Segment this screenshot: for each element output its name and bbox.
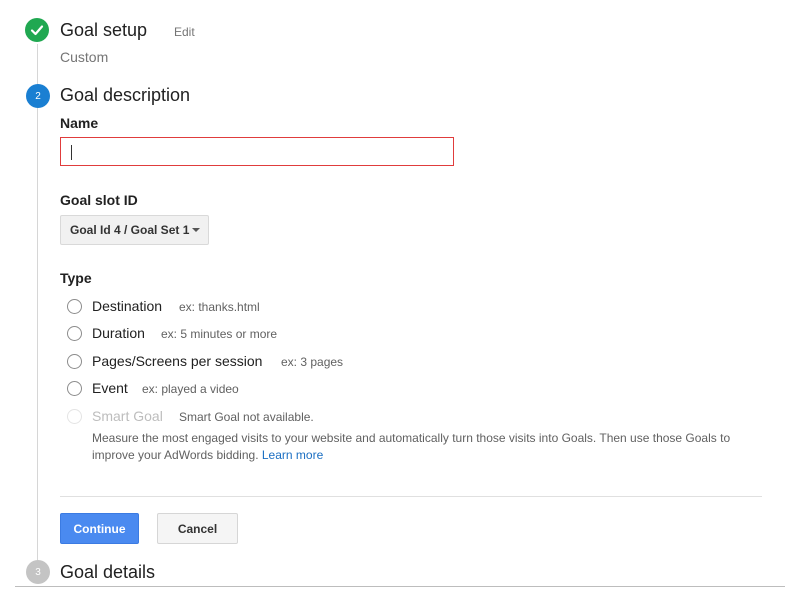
text-cursor [71, 145, 72, 160]
checkmark-icon [30, 25, 44, 36]
goal-name-input[interactable] [60, 137, 454, 166]
step-number-badge-pending: 3 [26, 560, 50, 584]
goal-slot-label: Goal slot ID [60, 192, 138, 208]
caret-down-icon [192, 228, 200, 232]
option-label-pages-screens[interactable]: Pages/Screens per session [92, 353, 262, 369]
bottom-divider [15, 586, 785, 587]
option-label-destination[interactable]: Destination [92, 298, 162, 314]
type-label: Type [60, 270, 92, 286]
radio-pages-screens[interactable] [67, 354, 82, 369]
option-hint-duration: ex: 5 minutes or more [161, 327, 278, 341]
option-label-smart-goal: Smart Goal [92, 408, 163, 424]
cancel-button[interactable]: Cancel [157, 513, 238, 544]
step-complete-badge [25, 18, 49, 42]
radio-event[interactable] [67, 381, 82, 396]
learn-more-link[interactable]: Learn more [262, 448, 323, 462]
name-label: Name [60, 115, 99, 131]
radio-smart-goal [67, 409, 82, 424]
option-label-duration[interactable]: Duration [92, 325, 145, 341]
smart-goal-description-text: Measure the most engaged visits to your … [92, 431, 731, 462]
smart-goal-description: Measure the most engaged visits to your … [92, 430, 752, 463]
option-hint-event: ex: played a video [142, 382, 239, 396]
option-hint-smart-goal: Smart Goal not available. [179, 410, 314, 424]
option-label-event[interactable]: Event [92, 380, 128, 396]
step-title-goal-setup: Goal setup [60, 20, 148, 40]
continue-button[interactable]: Continue [60, 513, 139, 544]
radio-duration[interactable] [67, 326, 82, 341]
goal-setup-summary: Custom [60, 49, 109, 65]
goal-slot-selected-value: Goal Id 4 / Goal Set 1 [70, 223, 190, 237]
option-hint-destination: ex: thanks.html [179, 300, 260, 314]
step-number-badge-active: 2 [26, 84, 50, 108]
stepper-rail [37, 44, 38, 568]
option-hint-pages-screens: ex: 3 pages [281, 355, 344, 369]
step-title-goal-details: Goal details [60, 562, 156, 582]
edit-goal-setup-link[interactable]: Edit [174, 25, 195, 39]
step-title-goal-description: Goal description [60, 85, 191, 105]
goal-slot-dropdown[interactable]: Goal Id 4 / Goal Set 1 [60, 215, 209, 245]
radio-destination[interactable] [67, 299, 82, 314]
section-divider [60, 496, 762, 497]
